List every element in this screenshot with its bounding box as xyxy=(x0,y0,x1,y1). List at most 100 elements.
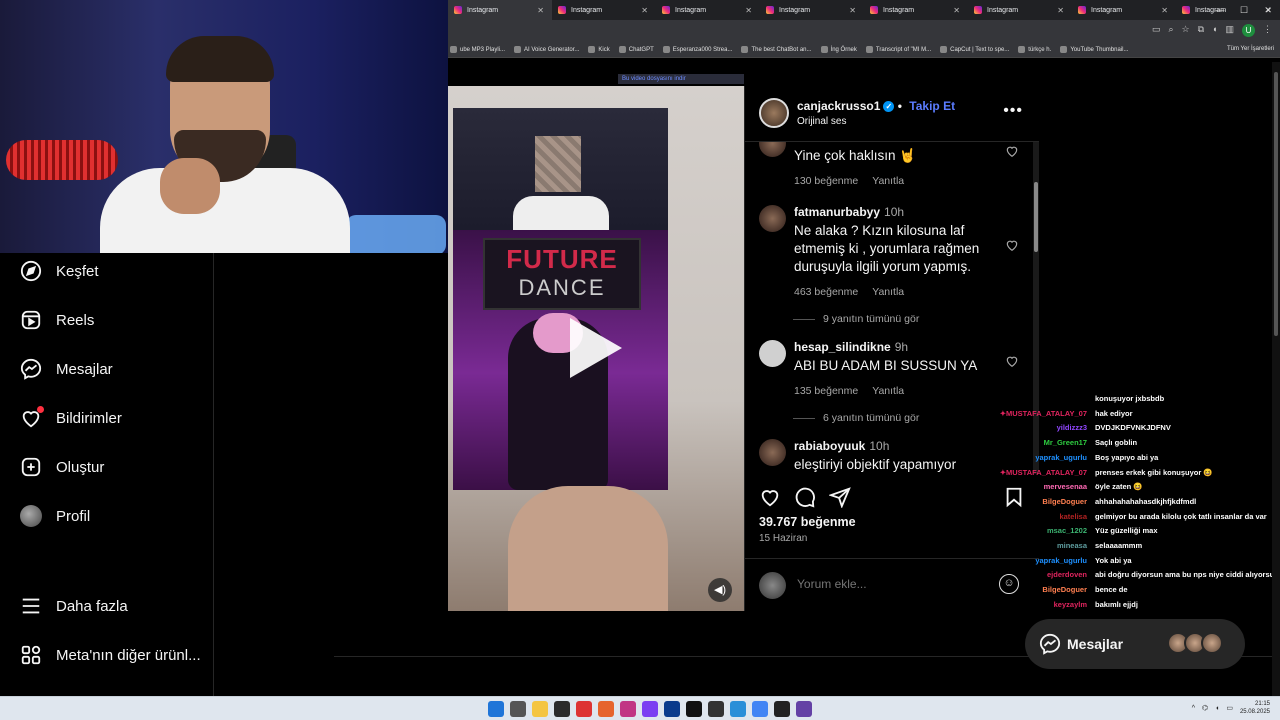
view-replies-button[interactable]: 9 yanıtın tümünü gör xyxy=(793,313,919,325)
commenter-avatar[interactable] xyxy=(759,142,786,157)
profile-avatar[interactable]: U xyxy=(1242,24,1255,37)
close-tab-icon[interactable]: ✕ xyxy=(849,6,856,15)
author-username[interactable]: canjackrusso1 xyxy=(797,99,880,113)
bookmark-item[interactable]: AI Voice Generator... xyxy=(514,46,579,53)
browser-tab[interactable]: Instagram ✕ xyxy=(1072,0,1176,20)
like-comment-icon[interactable] xyxy=(1005,238,1019,252)
commenter-avatar[interactable] xyxy=(759,340,786,367)
clock[interactable]: 21:15 25.08.2025 xyxy=(1240,700,1270,716)
bookmark-item[interactable]: Esperanza000 Strea... xyxy=(662,46,732,53)
browser-tab[interactable]: Instagram ✕ xyxy=(760,0,864,20)
menu-icon[interactable]: ⋮ xyxy=(1263,24,1272,37)
messages-button[interactable]: Mesajlar xyxy=(1025,619,1245,669)
comment-likes[interactable]: 135 beğenme xyxy=(794,385,858,397)
all-bookmarks[interactable]: Tüm Yer İşaretleri xyxy=(1227,46,1274,52)
reel-video[interactable]: FUTURE DANCE ◀) xyxy=(448,86,744,611)
like-icon[interactable] xyxy=(759,486,781,508)
battery-icon[interactable]: ▭ xyxy=(1226,704,1233,712)
browser-tab[interactable]: Instagram ✕ xyxy=(968,0,1072,20)
bookmark-item[interactable]: türkçe h. xyxy=(1018,46,1051,53)
comment-likes[interactable]: 463 beğenme xyxy=(794,286,858,298)
like-count[interactable]: 39.767 beğenme xyxy=(759,515,856,529)
app-icon[interactable] xyxy=(730,701,746,717)
nav-messages[interactable]: Mesajlar xyxy=(20,357,113,381)
bookmark-item[interactable]: Transcript of "MI M... xyxy=(865,46,931,53)
bookmark-item[interactable]: YouTube Thumbnail... xyxy=(1060,46,1128,53)
bookmark-star-icon[interactable]: ☆ xyxy=(1182,24,1190,37)
volume-icon[interactable]: ◖ xyxy=(1215,705,1219,712)
nav-reels[interactable]: Reels xyxy=(20,308,94,332)
follow-button[interactable]: Takip Et xyxy=(909,99,955,113)
close-tab-icon[interactable]: ✕ xyxy=(1161,6,1168,15)
reply-button[interactable]: Yanıtla xyxy=(872,175,904,187)
nav-notifications[interactable]: Bildirimler xyxy=(20,406,122,430)
start-icon[interactable] xyxy=(488,701,504,717)
sidepanel-icon[interactable]: ▥ xyxy=(1225,24,1234,37)
close-tab-icon[interactable]: ✕ xyxy=(641,6,648,15)
reply-button[interactable]: Yanıtla xyxy=(872,385,904,397)
view-replies-button[interactable]: 6 yanıtın tümünü gör xyxy=(793,412,919,424)
bookmark-item[interactable]: ube MP3 Playli... xyxy=(450,46,505,53)
browser-tab[interactable]: Instagram ✕ xyxy=(864,0,968,20)
tiktok-icon[interactable] xyxy=(686,701,702,717)
app-icon[interactable] xyxy=(708,701,724,717)
bookmark-item[interactable]: ChatGPT xyxy=(618,46,654,53)
commenter-username[interactable]: hesap_silindikne xyxy=(794,340,891,354)
app-icon[interactable] xyxy=(774,701,790,717)
nav-meta-products[interactable]: Meta'nın diğer ürünl... xyxy=(20,643,201,667)
app-icon[interactable] xyxy=(554,701,570,717)
author-avatar[interactable] xyxy=(759,98,789,128)
cast-icon[interactable]: ▭ xyxy=(1152,24,1161,37)
extensions-icon[interactable]: ⧉ xyxy=(1198,24,1204,37)
comment-input[interactable] xyxy=(797,577,977,591)
bookmark-item[interactable]: The best ChatBot an... xyxy=(741,46,812,53)
app-icon[interactable] xyxy=(664,701,680,717)
commenter-username[interactable]: rabiaboyuuk xyxy=(794,439,865,453)
sound-icon[interactable]: ◀) xyxy=(708,578,732,602)
sound-icon[interactable]: ◖ xyxy=(1212,24,1217,37)
like-comment-icon[interactable] xyxy=(1005,354,1019,368)
page-scrollbar[interactable] xyxy=(1272,62,1280,696)
commenter-username[interactable]: marku2234 xyxy=(794,142,857,144)
nav-explore[interactable]: Keşfet xyxy=(20,259,99,283)
app-icon[interactable] xyxy=(642,701,658,717)
taskview-icon[interactable] xyxy=(510,701,526,717)
commenter-avatar[interactable] xyxy=(759,439,786,466)
zoom-icon[interactable]: ⌕ xyxy=(1168,24,1173,37)
explorer-icon[interactable] xyxy=(532,701,548,717)
play-icon[interactable] xyxy=(570,318,622,378)
nav-more[interactable]: Daha fazla xyxy=(20,594,128,618)
browser-tab[interactable]: Instagram ✕ xyxy=(656,0,760,20)
browser-tab[interactable]: Instagram ✕ xyxy=(552,0,656,20)
bookmark-item[interactable]: İng Örnek xyxy=(820,46,857,53)
close-tab-icon[interactable]: ✕ xyxy=(745,6,752,15)
close-tab-icon[interactable]: ✕ xyxy=(953,6,960,15)
bookmark-item[interactable]: Kick xyxy=(588,46,610,53)
nav-create[interactable]: Oluştur xyxy=(20,455,104,479)
commenter-avatar[interactable] xyxy=(759,205,786,232)
close-tab-icon[interactable]: ✕ xyxy=(537,6,544,15)
close-window-button[interactable]: ✕ xyxy=(1256,0,1280,20)
bookmark-item[interactable]: CapCut | Text to spe... xyxy=(940,46,1009,53)
tray-arrow-icon[interactable]: ^ xyxy=(1192,705,1195,712)
share-icon[interactable] xyxy=(829,486,851,508)
app-icon[interactable] xyxy=(796,701,812,717)
reply-button[interactable]: Yanıtla xyxy=(872,286,904,298)
nav-profile[interactable]: Profil xyxy=(20,504,90,528)
instagram-icon[interactable] xyxy=(620,701,636,717)
maximize-button[interactable]: ☐ xyxy=(1232,0,1256,20)
app-icon[interactable] xyxy=(598,701,614,717)
download-hint[interactable]: Bu video dosyasını indir xyxy=(618,74,744,84)
comment-likes[interactable]: 130 beğenme xyxy=(794,175,858,187)
chrome-icon[interactable] xyxy=(752,701,768,717)
comment-icon[interactable] xyxy=(794,486,816,508)
app-icon[interactable] xyxy=(576,701,592,717)
commenter-username[interactable]: fatmanurbabyy xyxy=(794,205,880,219)
network-icon[interactable]: ⌬ xyxy=(1202,704,1208,712)
more-options-icon[interactable]: ••• xyxy=(1003,102,1023,120)
like-comment-icon[interactable] xyxy=(1005,144,1019,158)
close-tab-icon[interactable]: ✕ xyxy=(1057,6,1064,15)
audio-label[interactable]: Orijinal ses xyxy=(797,116,846,127)
minimize-button[interactable]: — xyxy=(1208,0,1232,20)
browser-tab[interactable]: Instagram ✕ xyxy=(448,0,552,20)
